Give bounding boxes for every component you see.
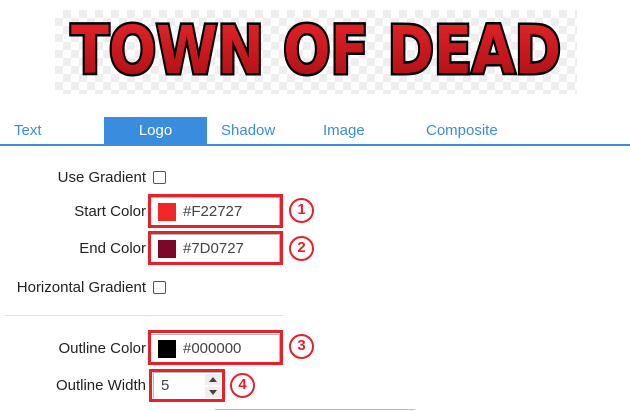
tab-image[interactable]: Image bbox=[323, 117, 365, 144]
tab-logo[interactable]: Logo bbox=[104, 117, 207, 144]
section-divider bbox=[5, 315, 283, 316]
start-color-label: Start Color bbox=[74, 203, 146, 220]
outline-color-label: Outline Color bbox=[58, 340, 146, 357]
logo-preview: TOWN OF DEAD bbox=[55, 10, 577, 94]
annotation-box-2 bbox=[148, 231, 283, 265]
outline-width-label: Outline Width bbox=[55, 377, 146, 394]
annotation-box-4 bbox=[149, 369, 225, 402]
end-color-label: End Color bbox=[79, 240, 146, 257]
horizontal-gradient-label: Horizontal Gradient bbox=[16, 279, 146, 296]
tab-shadow[interactable]: Shadow bbox=[221, 117, 275, 144]
logo-text: TOWN OF DEAD bbox=[71, 12, 561, 89]
horizontal-gradient-checkbox[interactable] bbox=[153, 281, 166, 294]
annotation-number-3: 3 bbox=[289, 334, 314, 359]
annotation-box-3 bbox=[148, 330, 283, 365]
bottom-divider bbox=[215, 409, 415, 410]
annotation-number-1: 1 bbox=[289, 198, 314, 223]
annotation-number-2: 2 bbox=[289, 236, 314, 261]
logo-preview-graphic: TOWN OF DEAD bbox=[69, 10, 564, 92]
annotation-number-4: 4 bbox=[230, 373, 255, 398]
tab-text[interactable]: Text bbox=[14, 117, 42, 144]
tab-composite[interactable]: Composite bbox=[426, 117, 498, 144]
use-gradient-checkbox[interactable] bbox=[153, 171, 166, 184]
tab-bar: Text Logo Shadow Image Composite bbox=[0, 117, 630, 146]
use-gradient-label: Use Gradient bbox=[57, 169, 146, 186]
annotation-box-1 bbox=[148, 194, 283, 228]
